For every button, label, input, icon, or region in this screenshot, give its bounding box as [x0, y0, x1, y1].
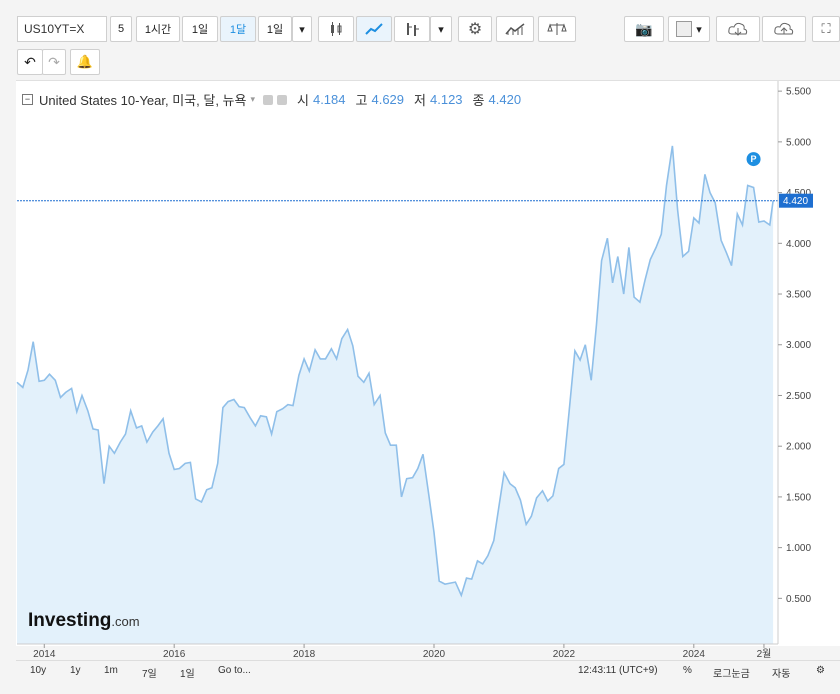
y-tick-label: 2.000 [786, 442, 811, 453]
y-tick-label: 5.500 [786, 87, 811, 98]
percent-toggle[interactable]: % [683, 665, 692, 676]
range-1d-button[interactable]: 1일 [180, 665, 195, 680]
low-label: 저 [414, 93, 426, 108]
auto-scale-toggle[interactable]: 자동 [772, 665, 790, 680]
legend-title: United States 10-Year, 미국, 달, 뉴욕 [39, 93, 247, 108]
open-value: 4.184 [312, 92, 346, 107]
close-value: 4.420 [488, 92, 522, 107]
range-10y-button[interactable]: 10y [30, 665, 46, 676]
y-tick-label: 1.500 [786, 492, 811, 503]
y-axis: 0.500 1.000 1.500 2.000 2.500 3.000 3.500 4.000… [777, 81, 811, 644]
high-value: 4.629 [371, 92, 405, 107]
y-tick-label: 0.500 [786, 594, 811, 605]
y-tick-label: 3.500 [786, 290, 811, 301]
range-1m-button[interactable]: 1m [104, 665, 118, 676]
x-tick-label: 2016 [163, 649, 186, 660]
high-label: 고 [355, 93, 368, 108]
goto-button[interactable]: Go to... [218, 665, 251, 676]
brand-suffix: .com [111, 614, 140, 629]
chevron-down-icon[interactable]: ▾ [250, 94, 255, 105]
x-tick-label: 2014 [33, 649, 56, 660]
price-area-fill [17, 145, 774, 644]
y-tick-label: 1.000 [786, 543, 811, 554]
x-axis: 2014 2016 2018 2020 2022 2024 2월 [17, 643, 778, 660]
open-label: 시 [297, 93, 309, 108]
y-tick-label: 4.000 [786, 239, 811, 250]
x-tick-label: 2월 [757, 648, 772, 660]
y-tick-label: 2.500 [786, 391, 811, 402]
bottom-bar: 10y 1y 1m 7일 1일 Go to... 12:43:11 (UTC+9… [16, 660, 840, 683]
chart-legend: − United States 10-Year, 미국, 달, 뉴욕 ▾ 시 4… [22, 90, 521, 109]
brand-name: Investing [28, 610, 112, 631]
p-marker-label: P [751, 154, 757, 164]
x-tick-label: 2024 [683, 649, 706, 660]
low-value: 4.123 [430, 92, 463, 107]
range-7d-button[interactable]: 7일 [142, 665, 157, 680]
settings-small-icon[interactable] [277, 94, 287, 105]
x-tick-label: 2018 [293, 649, 316, 660]
clock-text: 12:43:11 (UTC+9) [578, 665, 658, 676]
gear-icon[interactable]: ⚙ [816, 665, 825, 676]
range-1y-button[interactable]: 1y [70, 665, 81, 676]
y-tick-label: 3.000 [786, 340, 811, 351]
x-tick-label: 2020 [423, 649, 446, 660]
investing-logo: Investing.com [28, 610, 140, 632]
visibility-icon[interactable] [263, 94, 273, 105]
y-tick-label: 5.000 [786, 137, 811, 148]
x-tick-label: 2022 [553, 649, 576, 660]
close-label: 종 [472, 93, 485, 108]
last-price-label: 4.420 [783, 196, 808, 207]
collapse-icon[interactable]: − [22, 94, 33, 105]
log-scale-toggle[interactable]: 로그눈금 [713, 665, 750, 680]
